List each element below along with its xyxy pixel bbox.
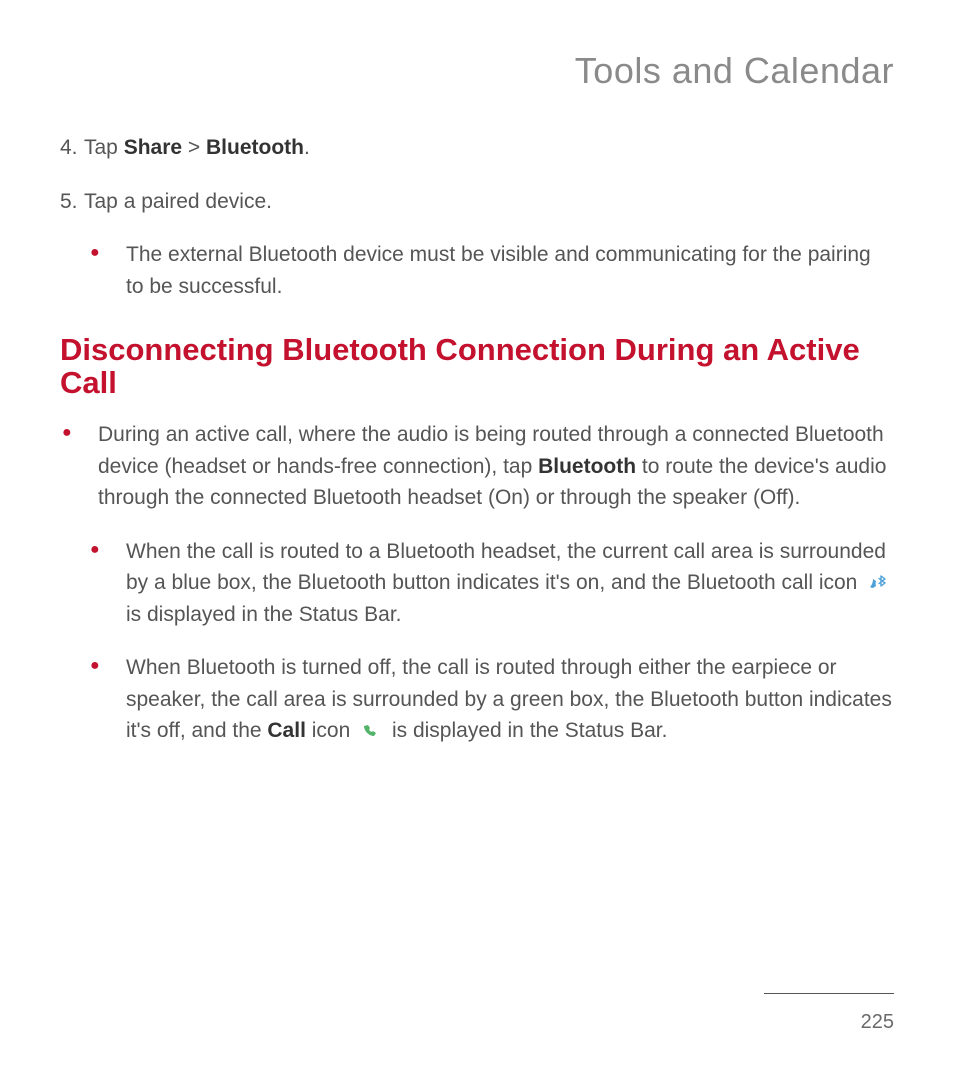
section-heading: Disconnecting Bluetooth Connection Durin… — [60, 334, 894, 399]
list-item: ● When the call is routed to a Bluetooth… — [88, 536, 894, 631]
text: is displayed in the Status Bar. — [392, 719, 668, 742]
note-list: ● The external Bluetooth device must be … — [60, 239, 894, 302]
list-item: ● The external Bluetooth device must be … — [88, 239, 894, 302]
bullet-text: When Bluetooth is turned off, the call i… — [126, 652, 894, 747]
main-list: ● During an active call, where the audio… — [60, 419, 894, 747]
step-number: 4. — [60, 132, 84, 164]
bluetooth-label: Bluetooth — [206, 136, 304, 159]
bullet-icon: ● — [88, 239, 126, 302]
bullet-icon: ● — [60, 419, 98, 514]
text: icon — [306, 719, 356, 742]
bullet-icon: ● — [88, 652, 126, 747]
list-item: ● During an active call, where the audio… — [60, 419, 894, 514]
footer-rule — [764, 993, 894, 994]
text: Tap — [84, 136, 124, 159]
bluetooth-label: Bluetooth — [538, 455, 636, 478]
step-body: Tap Share > Bluetooth. — [84, 132, 894, 164]
step-body: Tap a paired device. — [84, 186, 894, 218]
page-header: Tools and Calendar — [60, 50, 894, 92]
page-content: 4. Tap Share > Bluetooth. 5. Tap a paire… — [60, 132, 894, 747]
step-number: 5. — [60, 186, 84, 218]
manual-page: Tools and Calendar 4. Tap Share > Blueto… — [0, 0, 954, 1074]
bluetooth-call-icon — [867, 574, 889, 592]
list-item: ● When Bluetooth is turned off, the call… — [88, 652, 894, 747]
step-4: 4. Tap Share > Bluetooth. — [60, 132, 894, 164]
step-5: 5. Tap a paired device. — [60, 186, 894, 218]
call-label: Call — [267, 719, 306, 742]
text: . — [304, 136, 310, 159]
text: is displayed in the Status Bar. — [126, 603, 402, 626]
call-icon — [360, 722, 382, 740]
text: When the call is routed to a Bluetooth h… — [126, 540, 886, 595]
bullet-text: During an active call, where the audio i… — [98, 419, 894, 514]
bullet-icon: ● — [88, 536, 126, 631]
share-label: Share — [124, 136, 182, 159]
text: > — [182, 136, 206, 159]
page-number: 225 — [861, 1011, 894, 1034]
bullet-text: The external Bluetooth device must be vi… — [126, 239, 894, 302]
bullet-text: When the call is routed to a Bluetooth h… — [126, 536, 894, 631]
